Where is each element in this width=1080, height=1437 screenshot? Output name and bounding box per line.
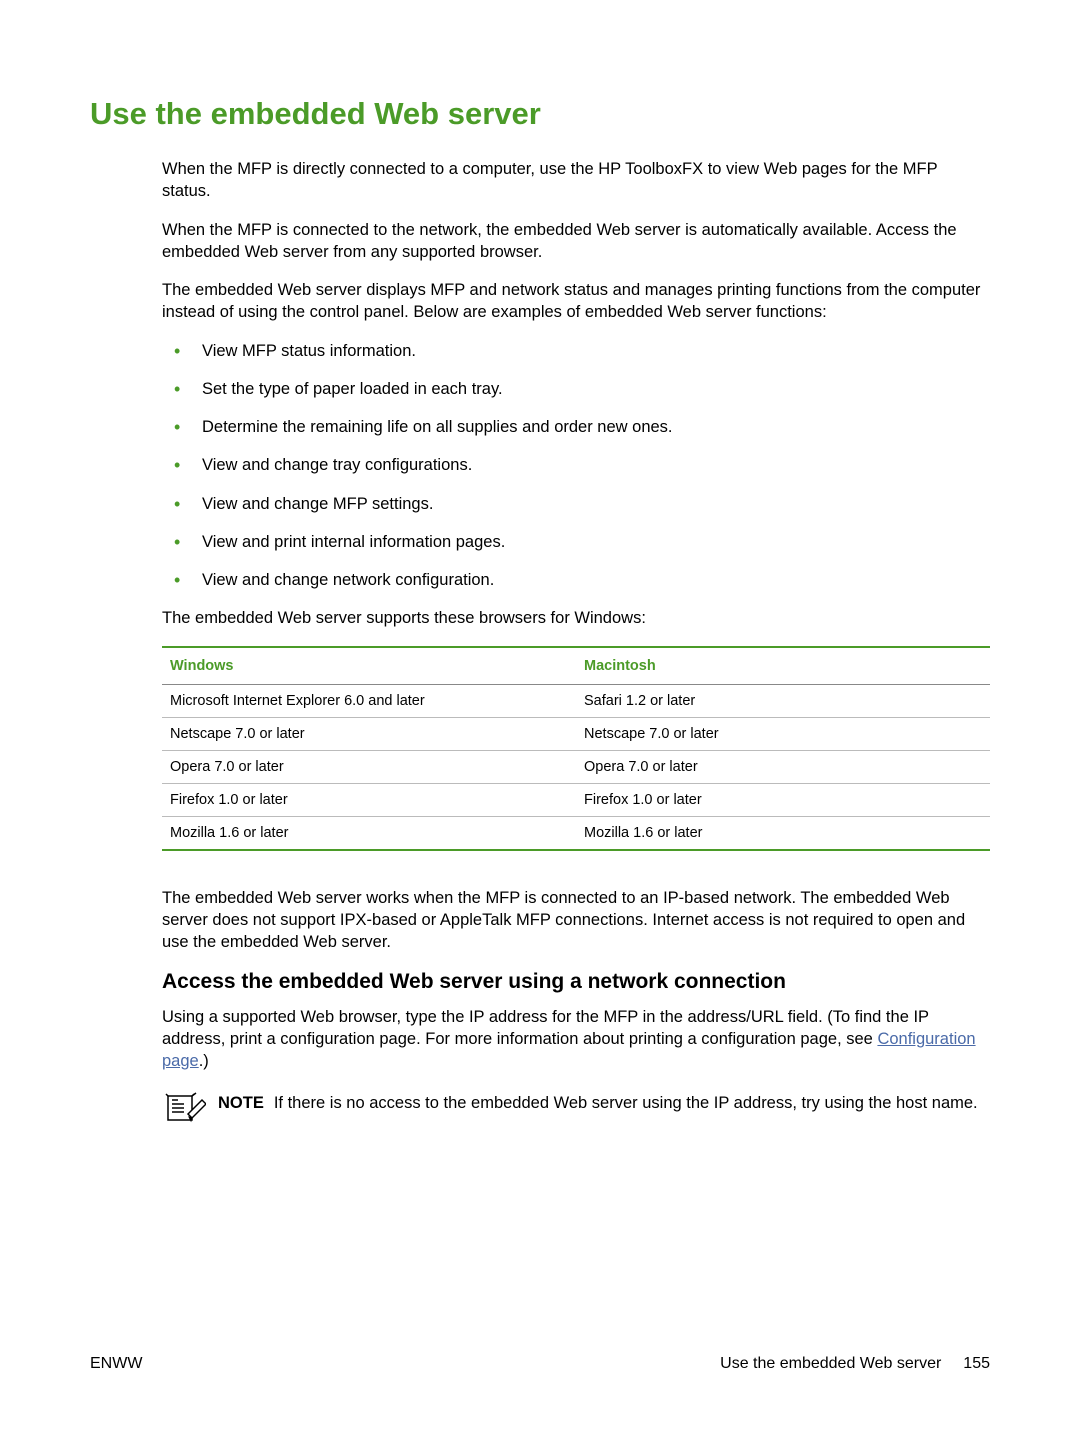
intro-paragraph-3: The embedded Web server displays MFP and… (162, 279, 990, 324)
page-title: Use the embedded Web server (90, 96, 990, 132)
table-cell: Firefox 1.0 or later (162, 783, 576, 816)
list-item: View and change network configuration. (162, 569, 990, 591)
access-paragraph: Using a supported Web browser, type the … (162, 1006, 990, 1073)
note-body: If there is no access to the embedded We… (274, 1094, 978, 1112)
access-text-post: .) (199, 1052, 209, 1070)
list-item: View and change tray configurations. (162, 454, 990, 476)
note-icon (162, 1090, 206, 1130)
table-cell: Opera 7.0 or later (162, 750, 576, 783)
table-row: Netscape 7.0 or later Netscape 7.0 or la… (162, 717, 990, 750)
footer-left: ENWW (90, 1355, 142, 1373)
table-cell: Firefox 1.0 or later (576, 783, 990, 816)
list-item: View MFP status information. (162, 340, 990, 362)
note-box: NOTE If there is no access to the embedde… (162, 1090, 990, 1130)
access-text-pre: Using a supported Web browser, type the … (162, 1008, 929, 1048)
table-row: Microsoft Internet Explorer 6.0 and late… (162, 684, 990, 717)
table-cell: Mozilla 1.6 or later (162, 816, 576, 850)
list-item: Determine the remaining life on all supp… (162, 416, 990, 438)
footer-section-title: Use the embedded Web server (720, 1355, 941, 1373)
table-cell: Opera 7.0 or later (576, 750, 990, 783)
page-footer: ENWW Use the embedded Web server 155 (90, 1355, 990, 1373)
section-heading-access: Access the embedded Web server using a n… (162, 970, 990, 994)
browsers-intro: The embedded Web server supports these b… (162, 607, 990, 629)
note-text: NOTE If there is no access to the embedde… (218, 1090, 990, 1114)
intro-paragraph-1: When the MFP is directly connected to a … (162, 158, 990, 203)
table-cell: Netscape 7.0 or later (576, 717, 990, 750)
table-cell: Mozilla 1.6 or later (576, 816, 990, 850)
table-cell: Microsoft Internet Explorer 6.0 and late… (162, 684, 576, 717)
note-label: NOTE (218, 1094, 264, 1112)
table-cell: Safari 1.2 or later (576, 684, 990, 717)
list-item: Set the type of paper loaded in each tra… (162, 378, 990, 400)
list-item: View and print internal information page… (162, 531, 990, 553)
table-header-windows: Windows (162, 647, 576, 685)
network-paragraph: The embedded Web server works when the M… (162, 887, 990, 954)
table-row: Opera 7.0 or later Opera 7.0 or later (162, 750, 990, 783)
footer-page-number: 155 (963, 1355, 990, 1373)
table-cell: Netscape 7.0 or later (162, 717, 576, 750)
table-row: Firefox 1.0 or later Firefox 1.0 or late… (162, 783, 990, 816)
list-item: View and change MFP settings. (162, 493, 990, 515)
table-row: Mozilla 1.6 or later Mozilla 1.6 or late… (162, 816, 990, 850)
browser-support-table: Windows Macintosh Microsoft Internet Exp… (162, 646, 990, 851)
intro-paragraph-2: When the MFP is connected to the network… (162, 219, 990, 264)
functions-list: View MFP status information. Set the typ… (162, 340, 990, 592)
table-header-macintosh: Macintosh (576, 647, 990, 685)
